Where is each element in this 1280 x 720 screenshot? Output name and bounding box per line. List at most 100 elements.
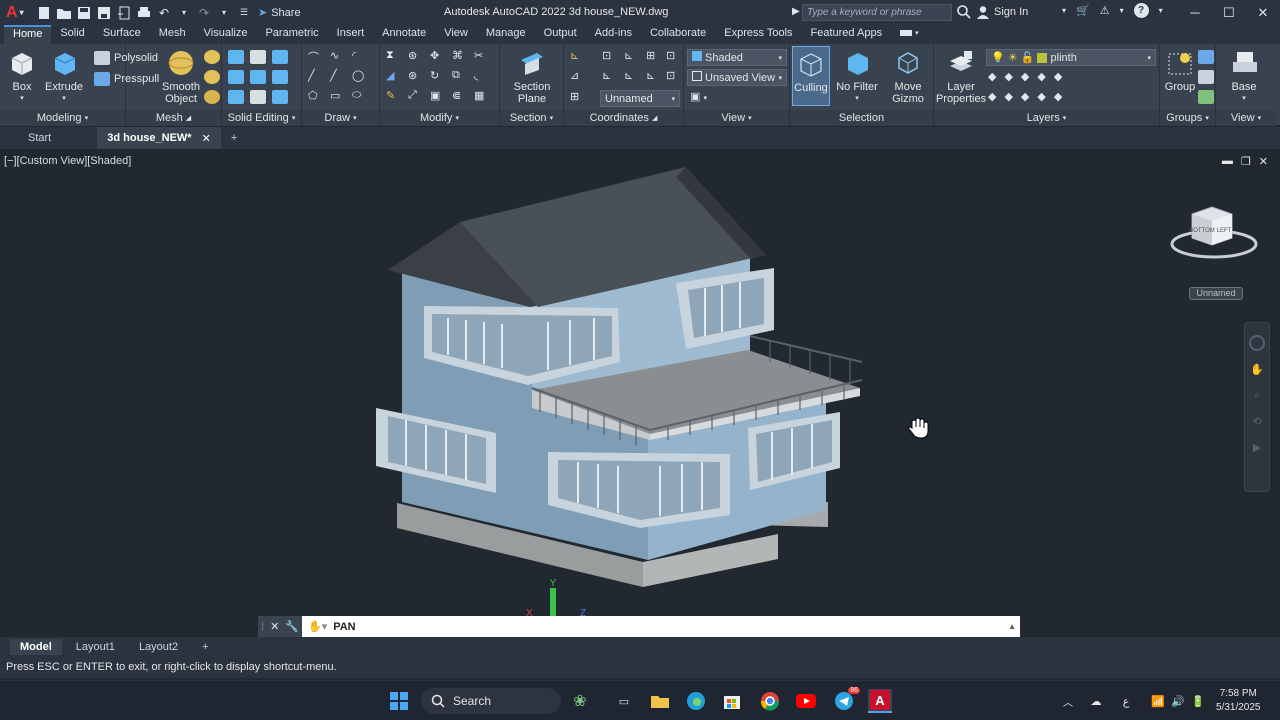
- ucs-menu[interactable]: Unnamed: [1189, 287, 1243, 300]
- new-tab-button[interactable]: +: [221, 127, 247, 149]
- share-button[interactable]: ➤ Share: [258, 6, 301, 20]
- ribbon-minimize-toggle[interactable]: ▾: [891, 25, 928, 44]
- move-gizmo-button[interactable]: Move Gizmo: [886, 48, 930, 105]
- tab-output[interactable]: Output: [535, 25, 586, 44]
- subtract-icon[interactable]: [250, 50, 266, 64]
- tab-annotate[interactable]: Annotate: [373, 25, 435, 44]
- panel-title-draw[interactable]: Draw ▾: [302, 110, 379, 126]
- panel-title-modeling[interactable]: Modeling ▾: [0, 110, 125, 126]
- layout-tab-layout2[interactable]: Layout2: [129, 639, 188, 655]
- panel-title-mesh[interactable]: Mesh ◢: [126, 110, 221, 126]
- minimize-icon[interactable]: ─: [1178, 0, 1212, 25]
- layer-tool-icon[interactable]: ◆◆◆◆◆: [988, 90, 1070, 103]
- minimize-icon[interactable]: ▬: [1222, 155, 1233, 168]
- ucs-named-icon[interactable]: ⊞: [570, 90, 579, 103]
- undo-icon[interactable]: ↶: [156, 5, 172, 21]
- tab-express-tools[interactable]: Express Tools: [715, 25, 801, 44]
- viewport-config-icon[interactable]: ▣ ▾: [690, 90, 707, 103]
- group-button[interactable]: Group: [1162, 48, 1198, 93]
- tab-surface[interactable]: Surface: [94, 25, 150, 44]
- ellipse-icon[interactable]: ⬭: [352, 89, 361, 102]
- thicken-icon[interactable]: [272, 70, 288, 84]
- move-icon[interactable]: ✥: [430, 49, 439, 62]
- intersect-icon[interactable]: [272, 50, 288, 64]
- rotate-icon[interactable]: ↻: [430, 69, 439, 82]
- new-file-icon[interactable]: [36, 5, 52, 21]
- system-clock[interactable]: 7:58 PM 5/31/2025: [1216, 687, 1261, 715]
- restore-icon[interactable]: ❐: [1241, 155, 1251, 168]
- separate-icon[interactable]: [250, 90, 266, 104]
- close-icon[interactable]: ✕: [270, 620, 279, 633]
- spline-icon[interactable]: ∿: [330, 49, 339, 62]
- trim-icon[interactable]: ✂: [474, 49, 483, 62]
- plot-icon[interactable]: [136, 5, 152, 21]
- grip-icon[interactable]: ⁞: [261, 621, 264, 633]
- visual-style-dropdown[interactable]: Shaded ▾: [687, 49, 787, 66]
- autocad-logo-icon[interactable]: A ▾: [6, 3, 26, 23]
- zoom-icon[interactable]: ⌕: [1249, 389, 1265, 405]
- layout-tab-layout1[interactable]: Layout1: [66, 639, 125, 655]
- save-icon[interactable]: [76, 5, 92, 21]
- 3d-align-icon[interactable]: ⊛: [408, 69, 417, 82]
- tab-start[interactable]: Start: [0, 127, 97, 149]
- interfere-icon[interactable]: [228, 70, 244, 84]
- redo-icon[interactable]: ↷: [196, 5, 212, 21]
- saved-view-dropdown[interactable]: Unsaved View ▾: [687, 69, 787, 86]
- panel-title-groups[interactable]: Groups ▾: [1160, 110, 1215, 126]
- sign-in-button[interactable]: Sign In: [976, 5, 1028, 19]
- union-icon[interactable]: [228, 50, 244, 64]
- line-icon[interactable]: ╱: [308, 69, 315, 82]
- cart-icon[interactable]: 🛒: [1076, 4, 1090, 17]
- help-icon[interactable]: ?: [1133, 3, 1149, 18]
- chevron-down-icon[interactable]: ▾: [176, 5, 192, 21]
- tab-3d-house[interactable]: 3d house_NEW* ✕: [97, 127, 221, 149]
- layer-dropdown[interactable]: 💡 ☀ 🔓 plinth ▾: [986, 49, 1156, 66]
- ucs-world-icon[interactable]: ⊡: [602, 49, 611, 62]
- tab-solid[interactable]: Solid: [51, 25, 93, 44]
- close-icon[interactable]: ✕: [1246, 0, 1280, 25]
- tab-visualize[interactable]: Visualize: [195, 25, 257, 44]
- tab-parametric[interactable]: Parametric: [256, 25, 327, 44]
- chevron-down-icon[interactable]: ▾: [1120, 6, 1124, 15]
- cloud-save-icon[interactable]: [116, 5, 132, 21]
- edge-browser-icon[interactable]: [684, 689, 708, 713]
- ucs-dropdown[interactable]: Unnamed ▾: [600, 90, 680, 107]
- chevron-down-icon[interactable]: ▾: [1159, 6, 1163, 15]
- viewport-controls-label[interactable]: [−][Custom View][Shaded]: [4, 155, 131, 167]
- line-icon[interactable]: ╱: [330, 69, 337, 82]
- tab-add-ins[interactable]: Add-ins: [586, 25, 641, 44]
- widgets-icon[interactable]: ❀: [568, 689, 592, 713]
- pan-icon[interactable]: ✋: [1249, 363, 1265, 379]
- ucs-view-icon[interactable]: ⊞: [646, 49, 655, 62]
- autodesk-exchange-icon[interactable]: ⚠: [1100, 4, 1110, 17]
- array-rect-icon[interactable]: ▦: [474, 89, 484, 102]
- polygon-icon[interactable]: ⬠: [308, 89, 318, 102]
- panel-title-coordinates[interactable]: Coordinates ◢: [564, 110, 683, 126]
- offset-icon[interactable]: ⋐: [452, 89, 461, 102]
- layer-tool-icon[interactable]: ◆◆◆◆◆: [988, 70, 1070, 83]
- box-button[interactable]: Box ▾: [2, 48, 42, 105]
- orbit-icon[interactable]: ⟲: [1249, 415, 1265, 431]
- panel-title-solid-editing[interactable]: Solid Editing ▾: [222, 110, 301, 126]
- tab-home[interactable]: Home: [4, 25, 52, 44]
- add-layout-button[interactable]: +: [192, 639, 218, 655]
- panel-title-view[interactable]: View ▾: [684, 110, 789, 126]
- extrude-button[interactable]: Extrude ▾: [44, 48, 84, 105]
- showmotion-icon[interactable]: ▶: [1249, 441, 1265, 457]
- panel-title-view-base[interactable]: View ▾: [1216, 110, 1276, 126]
- search-icon[interactable]: [956, 4, 972, 20]
- layer-properties-button[interactable]: Layer Properties: [936, 48, 986, 105]
- autocad-taskbar-icon[interactable]: A: [868, 689, 892, 713]
- ucs-x-icon[interactable]: ⊿: [570, 69, 579, 82]
- 3d-rotate-icon[interactable]: ⊛: [408, 49, 417, 62]
- chrome-icon[interactable]: [758, 689, 782, 713]
- group-select-icon[interactable]: [1198, 90, 1214, 104]
- steering-wheel-icon[interactable]: [1249, 335, 1265, 351]
- pencil-icon[interactable]: ✎: [386, 89, 395, 102]
- erase-icon[interactable]: ◢: [386, 69, 394, 82]
- microsoft-store-icon[interactable]: [720, 689, 744, 713]
- tab-featured-apps[interactable]: Featured Apps: [802, 25, 892, 44]
- mesh-smooth-more-icon[interactable]: [204, 50, 220, 64]
- layout-tab-model[interactable]: Model: [10, 638, 62, 655]
- fillet-icon[interactable]: ◟: [474, 69, 478, 82]
